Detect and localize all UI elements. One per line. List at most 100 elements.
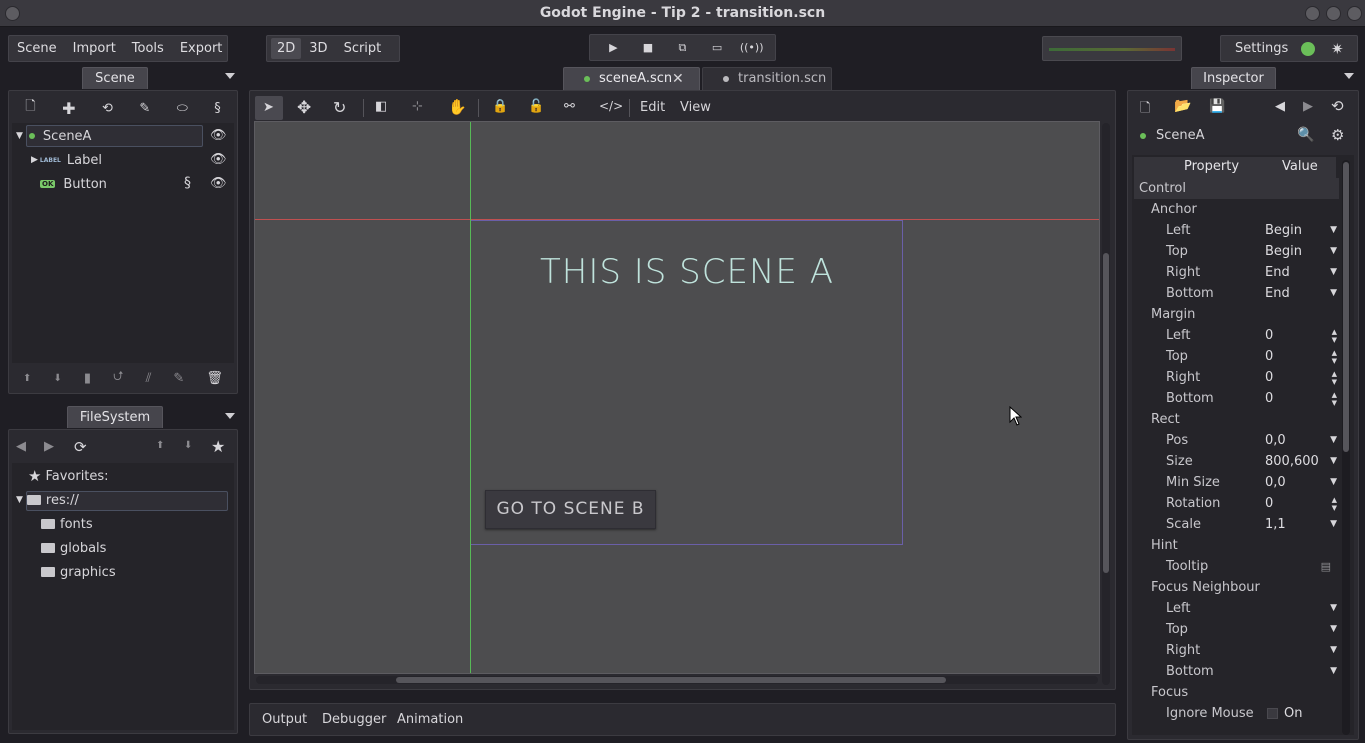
inspector-property[interactable]: Left ▼ bbox=[1134, 598, 1339, 619]
object-history-icon[interactable]: ⟲ bbox=[1331, 97, 1344, 115]
vertical-scrollbar[interactable] bbox=[1102, 123, 1110, 685]
tree-node-button[interactable]: OK Button § 👁 bbox=[14, 173, 234, 195]
inspector-property[interactable]: Rotation 0 ▲ ▼ bbox=[1134, 493, 1339, 514]
menu-import[interactable]: Import bbox=[65, 41, 124, 56]
save-branch-icon[interactable]: ✎ bbox=[173, 371, 184, 386]
dropdown-arrow-icon[interactable]: ▼ bbox=[1330, 451, 1337, 472]
go-to-scene-b-button[interactable]: GO TO SCENE B bbox=[485, 490, 656, 529]
property-value[interactable]: 0 bbox=[1265, 346, 1273, 367]
maximize-button[interactable] bbox=[1326, 6, 1341, 21]
inspector-dock-menu-icon[interactable] bbox=[1344, 73, 1354, 79]
inspector-property[interactable]: Min Size 0,0 ▼ bbox=[1134, 472, 1339, 493]
property-value[interactable]: Begin bbox=[1265, 220, 1302, 241]
property-value[interactable]: 0 bbox=[1265, 388, 1273, 409]
canvas-menu-view[interactable]: View bbox=[680, 100, 711, 115]
settings-button[interactable]: Settings bbox=[1235, 41, 1288, 56]
script-icon[interactable]: § bbox=[214, 101, 221, 116]
save-resource-icon[interactable]: 💾 bbox=[1209, 99, 1225, 114]
folder-root[interactable]: ▼ res:// bbox=[14, 489, 79, 511]
inspector-property[interactable]: Top ▼ bbox=[1134, 619, 1339, 640]
back-icon[interactable]: ◀ bbox=[16, 439, 26, 454]
history-back-icon[interactable]: ◀ bbox=[1275, 99, 1285, 114]
dropdown-arrow-icon[interactable]: ▼ bbox=[1330, 283, 1337, 304]
tab-debugger[interactable]: Debugger bbox=[322, 712, 386, 727]
minimize-button[interactable] bbox=[1305, 6, 1320, 21]
menu-export[interactable]: Export bbox=[172, 41, 231, 56]
edit-connections-icon[interactable]: ⬭ bbox=[177, 101, 188, 116]
inspector-property[interactable]: Right 0 ▲ ▼ bbox=[1134, 367, 1339, 388]
script-attached-icon[interactable]: § bbox=[184, 175, 191, 191]
edit-text-icon[interactable]: ▤ bbox=[1321, 556, 1331, 577]
tab-scene[interactable]: Scene bbox=[82, 67, 148, 89]
dropdown-arrow-icon[interactable]: ▼ bbox=[1330, 514, 1337, 535]
expand-arrow-icon[interactable]: ▶ bbox=[31, 155, 38, 165]
play-custom-scene-icon[interactable]: ▭ bbox=[706, 38, 728, 58]
inspector-property[interactable]: Bottom 0 ▲ ▼ bbox=[1134, 388, 1339, 409]
inspector-property[interactable]: Left Begin ▼ bbox=[1134, 220, 1339, 241]
move-tool-icon[interactable]: ✥ bbox=[297, 98, 311, 118]
play-icon[interactable]: ▶ bbox=[602, 38, 624, 58]
mode-2d-button[interactable]: 2D bbox=[271, 38, 302, 59]
snap-tool-icon[interactable]: ⊹ bbox=[412, 99, 423, 114]
menu-scene[interactable]: Scene bbox=[9, 41, 65, 56]
property-value[interactable]: 0 bbox=[1265, 493, 1273, 514]
group-icon[interactable]: ⚯ bbox=[564, 99, 575, 114]
inspector-property[interactable]: Ignore Mouse On bbox=[1134, 703, 1339, 724]
unlock-icon[interactable]: 🔓 bbox=[528, 99, 544, 114]
move-up-icon[interactable]: ⬆ bbox=[156, 440, 164, 451]
spinner-arrows-icon[interactable]: ▲ ▼ bbox=[1332, 349, 1337, 365]
horizontal-scroll-thumb[interactable] bbox=[396, 677, 946, 683]
debug-options-icon[interactable]: ((•)) bbox=[740, 38, 764, 58]
tab-transition-scn[interactable]: transition.scn bbox=[702, 67, 832, 90]
tab-filesystem[interactable]: FileSystem bbox=[67, 406, 163, 428]
tab-animation[interactable]: Animation bbox=[397, 712, 463, 727]
search-icon[interactable]: 🔍 bbox=[1297, 127, 1314, 143]
dropdown-arrow-icon[interactable]: ▼ bbox=[1330, 430, 1337, 451]
scene-dock-menu-icon[interactable] bbox=[225, 73, 235, 79]
visibility-eye-icon[interactable]: 👁 bbox=[210, 128, 227, 143]
edit-groups-icon[interactable]: ✎ bbox=[139, 101, 150, 116]
dropdown-arrow-icon[interactable]: ▼ bbox=[1330, 661, 1337, 682]
delete-icon[interactable]: 🗑 bbox=[206, 371, 223, 386]
folder-globals[interactable]: globals bbox=[14, 537, 106, 559]
move-up-icon[interactable]: ⬆ bbox=[23, 373, 31, 384]
dropdown-arrow-icon[interactable]: ▼ bbox=[1330, 598, 1337, 619]
gear-icon[interactable]: ⚙ bbox=[1331, 126, 1344, 144]
move-down-icon[interactable]: ⬇ bbox=[184, 440, 192, 451]
tab-output[interactable]: Output bbox=[262, 712, 307, 727]
rotate-tool-icon[interactable]: ↻ bbox=[333, 98, 346, 117]
visibility-eye-icon[interactable]: 👁 bbox=[210, 176, 227, 191]
inspector-property[interactable]: Size 800,600 ▼ bbox=[1134, 451, 1339, 472]
property-value[interactable]: 1,1 bbox=[1265, 514, 1286, 535]
merge-scene-icon[interactable]: ⫽ bbox=[146, 371, 152, 386]
tree-node-label[interactable]: ▶ LABEL Label 👁 bbox=[14, 149, 234, 171]
inspector-property[interactable]: Bottom ▼ bbox=[1134, 661, 1339, 682]
add-node-icon[interactable]: ✚ bbox=[62, 99, 75, 118]
inspector-property[interactable]: Scale 1,1 ▼ bbox=[1134, 514, 1339, 535]
canvas-viewport[interactable]: THIS IS SCENE A GO TO SCENE B bbox=[254, 121, 1100, 674]
instance-scene-icon[interactable]: ⟲ bbox=[102, 101, 113, 116]
folder-fonts[interactable]: fonts bbox=[14, 513, 93, 535]
horizontal-scrollbar[interactable] bbox=[256, 676, 1098, 684]
inspector-scrollbar[interactable] bbox=[1342, 160, 1350, 735]
refresh-icon[interactable]: ⟳ bbox=[74, 438, 87, 456]
property-value[interactable]: 0 bbox=[1265, 325, 1273, 346]
dropdown-arrow-icon[interactable]: ▼ bbox=[1330, 241, 1337, 262]
favorite-star-icon[interactable]: ★ bbox=[211, 437, 225, 456]
pivot-tool-icon[interactable]: ◧ bbox=[375, 99, 387, 114]
checkbox[interactable] bbox=[1267, 708, 1278, 719]
collapse-arrow-icon[interactable]: ▼ bbox=[16, 131, 23, 141]
visibility-eye-icon[interactable]: 👁 bbox=[210, 152, 227, 167]
dropdown-arrow-icon[interactable]: ▼ bbox=[1330, 220, 1337, 241]
scene-heading-label[interactable]: THIS IS SCENE A bbox=[471, 252, 903, 292]
new-resource-icon[interactable]: 🗋 bbox=[1140, 99, 1150, 121]
vertical-scroll-thumb[interactable] bbox=[1103, 253, 1109, 573]
history-forward-icon[interactable]: ▶ bbox=[1303, 99, 1313, 114]
property-value[interactable]: 800,600 bbox=[1265, 451, 1319, 472]
property-value[interactable]: End bbox=[1265, 262, 1290, 283]
ungroup-icon[interactable]: </> bbox=[599, 99, 623, 113]
duplicate-icon[interactable]: ▮ bbox=[84, 371, 91, 386]
new-scene-icon[interactable]: 🗋 bbox=[25, 97, 35, 119]
load-resource-icon[interactable]: 📂 bbox=[1174, 98, 1191, 114]
dropdown-arrow-icon[interactable]: ▼ bbox=[1330, 472, 1337, 493]
